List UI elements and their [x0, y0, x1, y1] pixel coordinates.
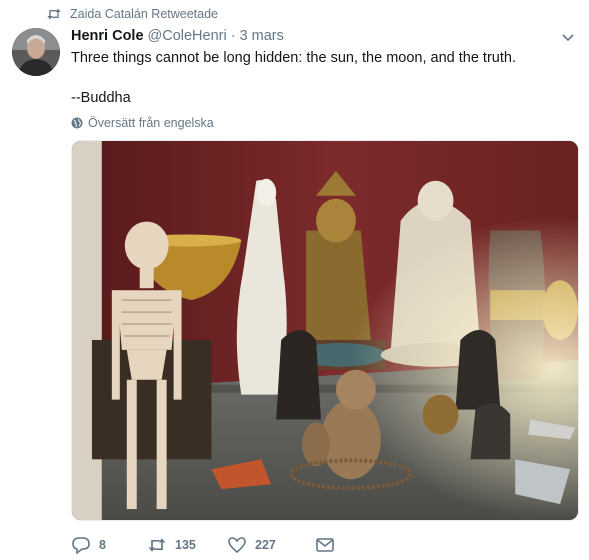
like-button[interactable]: 227	[227, 536, 315, 554]
tweet-text: Three things cannot be long hidden: the …	[71, 48, 571, 108]
reply-count: 8	[99, 538, 106, 552]
direct-message-button[interactable]	[315, 536, 355, 554]
heart-icon	[227, 536, 247, 554]
retweet-count: 135	[175, 538, 196, 552]
envelope-icon	[315, 536, 335, 554]
tweet-date[interactable]: 3 mars	[240, 28, 284, 44]
author-name[interactable]: Henri Cole	[71, 28, 144, 44]
tweet-text-line2: --Buddha	[71, 90, 131, 106]
retweet-button[interactable]: 135	[147, 536, 227, 554]
tweet-actions: 8 135 227	[71, 534, 355, 556]
tweet-text-line1: Three things cannot be long hidden: the …	[71, 50, 516, 66]
reply-icon	[71, 536, 91, 554]
retweet-icon	[147, 536, 167, 554]
translate-link[interactable]: Översätt från engelska	[71, 114, 214, 132]
separator-dot: ·	[230, 28, 236, 44]
author-handle[interactable]: @ColeHenri	[148, 28, 227, 44]
globe-icon	[71, 117, 83, 129]
tweet-photo[interactable]	[71, 140, 579, 521]
tweet-header: Henri Cole @ColeHenri · 3 mars	[71, 28, 284, 44]
retweet-banner[interactable]: Zaida Catalán Retweetade	[46, 5, 218, 23]
retweet-icon	[46, 7, 62, 21]
reply-button[interactable]: 8	[71, 536, 147, 554]
chevron-down-icon[interactable]	[561, 30, 575, 44]
retweet-banner-text: Zaida Catalán Retweetade	[70, 7, 219, 21]
statues-photo	[72, 141, 578, 520]
translate-label: Översätt från engelska	[88, 116, 214, 130]
avatar[interactable]	[12, 28, 60, 76]
like-count: 227	[255, 538, 276, 552]
avatar-photo	[12, 28, 60, 76]
